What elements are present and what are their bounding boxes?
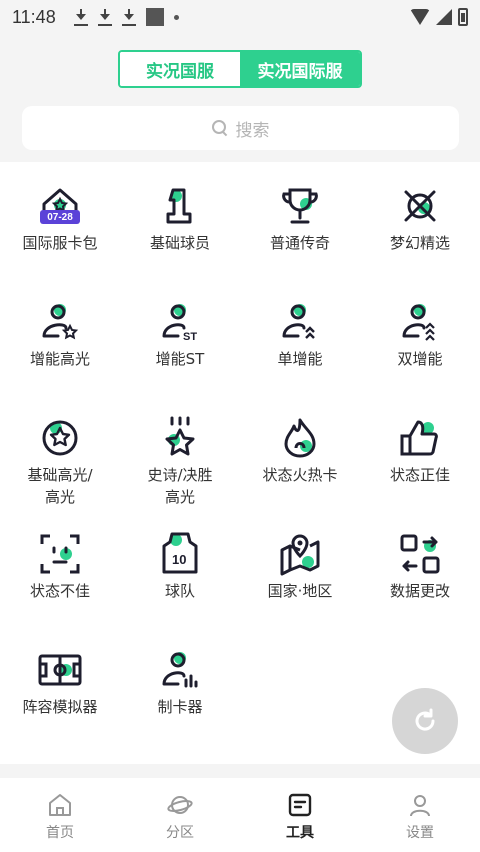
number-one-icon: [156, 182, 204, 230]
home-icon: [49, 794, 71, 816]
tool-item-label: 基础高光/ 高光: [27, 466, 93, 506]
refresh-button[interactable]: [392, 688, 458, 754]
trophy-icon: [276, 182, 324, 230]
tool-item-label: 国际服卡包: [22, 234, 98, 252]
tool-item-label: 制卡器: [157, 698, 203, 716]
tool-item[interactable]: 状态正佳: [360, 414, 480, 486]
refresh-icon: [415, 708, 435, 731]
nav-tools[interactable]: 工具: [240, 778, 360, 852]
download-icon: [121, 8, 136, 26]
tool-item-label: 梦幻精选: [389, 234, 450, 252]
scan-face-icon: [36, 530, 84, 578]
tool-item-label: 基础球员: [149, 234, 210, 252]
search-placeholder: 搜索: [235, 120, 270, 141]
player-chart-icon: [156, 646, 204, 694]
svg-text:ST: ST: [183, 331, 197, 343]
tool-item[interactable]: 制卡器: [120, 646, 240, 718]
tool-item[interactable]: 双增能: [360, 298, 480, 370]
crossed-swords-icon: [396, 182, 444, 230]
tool-item[interactable]: 基础高光/ 高光: [0, 414, 120, 508]
download-icon: [97, 8, 112, 26]
battery-icon: [458, 8, 468, 26]
date-badge: 07-28: [40, 210, 80, 224]
notification-icon: [145, 8, 164, 26]
tool-item[interactable]: 10 球队: [120, 530, 240, 602]
tab-cn-server[interactable]: 实况国服: [120, 52, 240, 86]
more-notifications-icon: [173, 14, 179, 20]
tool-item[interactable]: 数据更改: [360, 530, 480, 602]
tool-item-label: 双增能: [397, 350, 443, 368]
toolbox-icon: [288, 793, 312, 817]
tool-item-label: 普通传奇: [269, 234, 330, 252]
nav-zones[interactable]: 分区: [120, 778, 240, 852]
tool-item-label: 增能高光: [29, 350, 90, 368]
tool-item[interactable]: 史诗/决胜 高光: [120, 414, 240, 508]
tool-item[interactable]: 梦幻精选: [360, 182, 480, 254]
tool-item-label: 史诗/决胜 高光: [147, 466, 213, 506]
star-rain-icon: [156, 414, 204, 462]
tool-item[interactable]: 增能高光: [0, 298, 120, 370]
planet-icon: [167, 796, 193, 814]
tool-item[interactable]: 状态火热卡: [240, 414, 360, 486]
status-time: 11:48: [12, 6, 56, 27]
swap-boxes-icon: [396, 530, 444, 578]
download-icon: [73, 8, 88, 26]
tool-item-label: 状态火热卡: [262, 466, 338, 484]
pitch-icon: [36, 646, 84, 694]
tool-item[interactable]: 状态不佳: [0, 530, 120, 602]
user-icon: [410, 795, 430, 817]
nav-home[interactable]: 首页: [0, 778, 120, 852]
nav-zones-label: 分区: [166, 825, 194, 841]
tool-item[interactable]: 普通传奇: [240, 182, 360, 254]
tools-grid: 07-28 国际服卡包 基础球员 普通传奇 梦幻精选增能高光 ST 增能ST 单增能 双增能基础…: [0, 162, 480, 764]
wifi-icon: [410, 9, 430, 25]
tool-item-label: 数据更改: [389, 582, 450, 600]
player-double-chevron-icon: [396, 298, 444, 346]
player-st-icon: ST: [156, 298, 204, 346]
tool-item[interactable]: 基础球员: [120, 182, 240, 254]
player-star-icon: [36, 298, 84, 346]
tool-item-label: 单增能: [277, 350, 323, 368]
bottom-nav: 首页 分区 工具 设置: [0, 778, 480, 852]
jersey-icon: 10: [156, 530, 204, 578]
tool-item[interactable]: 单增能: [240, 298, 360, 370]
tool-item-label: 阵容模拟器: [22, 698, 98, 716]
star-circle-icon: [36, 414, 84, 462]
tool-item-label: 状态正佳: [389, 466, 450, 484]
status-bar: 11:48: [0, 0, 480, 34]
nav-settings[interactable]: 设置: [360, 778, 480, 852]
tool-item-label: 增能ST: [155, 350, 205, 368]
jersey-number: 10: [172, 552, 186, 567]
flame-icon: [276, 414, 324, 462]
nav-settings-label: 设置: [406, 825, 434, 841]
tab-intl-server[interactable]: 实况国际服: [240, 52, 360, 86]
search-icon: [211, 120, 228, 136]
map-pin-icon: [276, 530, 324, 578]
thumbs-up-icon: [396, 414, 444, 462]
tool-item-label: 国家·地区: [267, 582, 333, 600]
server-toggle: 实况国服 实况国际服: [118, 50, 362, 88]
search-input[interactable]: 搜索: [22, 106, 459, 150]
tool-item-label: 状态不佳: [29, 582, 90, 600]
tool-item[interactable]: ST 增能ST: [120, 298, 240, 370]
nav-tools-label: 工具: [286, 825, 314, 841]
tool-item-label: 球队: [164, 582, 195, 600]
tool-item[interactable]: 国家·地区: [240, 530, 360, 602]
nav-home-label: 首页: [46, 825, 74, 841]
tool-item[interactable]: 阵容模拟器: [0, 646, 120, 718]
player-chevron-icon: [276, 298, 324, 346]
house-star-icon: 07-28: [36, 182, 84, 230]
tool-item[interactable]: 07-28 国际服卡包: [0, 182, 120, 254]
signal-icon: [436, 9, 452, 25]
